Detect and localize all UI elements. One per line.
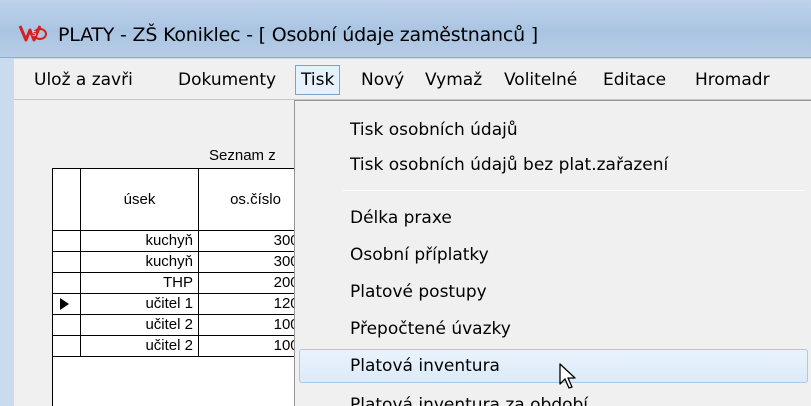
menu-bulk[interactable]: Hromadr <box>689 65 776 95</box>
menu-item-salary-progressions[interactable]: Platové postupy <box>299 275 808 309</box>
cell-usek[interactable]: učitel 2 <box>81 336 199 357</box>
window-title: PLATY - ZŠ Koniklec - [ Osobní údaje zam… <box>58 24 539 46</box>
menu-item-print-personal-data-no-pay[interactable]: Tisk osobních údajů bez plat.zařazení <box>299 148 808 182</box>
row-selector[interactable] <box>53 273 81 294</box>
menu-item-length-of-practice[interactable]: Délka praxe <box>299 201 808 235</box>
cell-usek[interactable]: učitel 2 <box>81 315 199 336</box>
menu-item-salary-inventory[interactable]: Platová inventura <box>299 349 808 383</box>
cell-usek[interactable]: kuchyň <box>81 231 199 252</box>
employee-grid[interactable]: úsek os.číslo kuchyň 3000 kuchyň 3000 TH… <box>52 168 313 406</box>
row-selector[interactable] <box>53 252 81 273</box>
row-selector[interactable] <box>53 336 81 357</box>
current-row-arrow-icon <box>60 298 69 310</box>
menu-item-personal-allowances[interactable]: Osobní příplatky <box>299 238 808 272</box>
row-selector[interactable] <box>53 315 81 336</box>
print-menu-dropdown: Tisk osobních údajů Tisk osobních údajů … <box>294 100 811 406</box>
menu-optional[interactable]: Volitelné <box>498 65 583 95</box>
mouse-pointer-icon <box>559 363 576 389</box>
menu-print[interactable]: Tisk <box>295 65 341 95</box>
cell-usek[interactable]: kuchyň <box>81 252 199 273</box>
title-bar: S PLATY - ZŠ Koniklec - [ Osobní údaje z… <box>0 0 811 58</box>
row-selector-header <box>53 169 81 231</box>
menu-new[interactable]: Nový <box>355 65 410 95</box>
menu-separator <box>343 190 804 191</box>
cell-usek[interactable]: THP <box>81 273 199 294</box>
row-selector[interactable] <box>53 231 81 252</box>
menu-item-recalculated-workloads[interactable]: Přepočtené úvazky <box>299 312 808 346</box>
row-selector-current[interactable] <box>53 294 81 315</box>
menu-edit[interactable]: Editace <box>597 65 672 95</box>
menu-delete[interactable]: Vymaž <box>419 65 488 95</box>
menu-save-close[interactable]: Ulož a zavři <box>28 65 139 95</box>
list-caption: Seznam z <box>209 147 276 164</box>
column-header-usek[interactable]: úsek <box>81 169 199 231</box>
menu-item-print-personal-data[interactable]: Tisk osobních údajů <box>299 113 808 147</box>
app-logo-icon: S <box>18 25 47 42</box>
menu-item-salary-inventory-period[interactable]: Platová inventura za období <box>299 388 808 406</box>
cell-usek[interactable]: učitel 1 <box>81 294 199 315</box>
svg-text:S: S <box>32 30 37 38</box>
menu-documents[interactable]: Dokumenty <box>172 65 282 95</box>
menu-bar: Ulož a zavři Dokumenty Tisk Nový Vymaž V… <box>14 58 811 100</box>
